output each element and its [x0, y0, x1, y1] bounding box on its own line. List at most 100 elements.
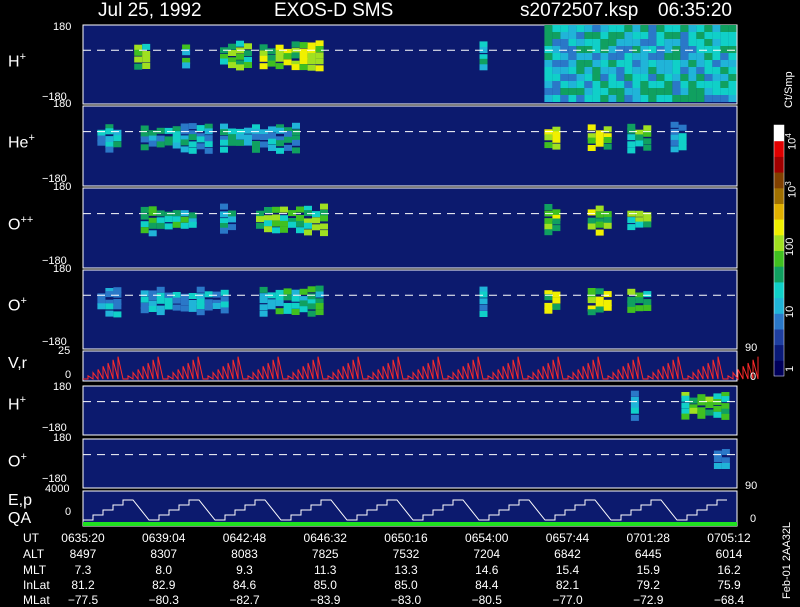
- heatmap-cell: [552, 225, 561, 232]
- heatmap-cell: [180, 293, 189, 300]
- panel-label-ep: E,p: [8, 492, 33, 509]
- heatmap-cell: [196, 125, 205, 132]
- heatmap-cell: [632, 53, 641, 60]
- colorbar-tick-1e4: 104: [784, 133, 799, 150]
- heatmap-cell: [228, 50, 236, 56]
- heatmap-cell: [315, 58, 324, 65]
- heatmap-cell: [688, 46, 697, 53]
- heatmap-cell: [292, 139, 300, 146]
- heatmap-cell: [204, 291, 213, 298]
- table-cell: 7825: [311, 547, 339, 561]
- colorbar-segment: [774, 203, 784, 220]
- heatmap-cell: [291, 41, 300, 48]
- heatmap-cell: [299, 42, 308, 49]
- heatmap-cell: [272, 227, 280, 234]
- heatmap-cell: [256, 216, 264, 223]
- heatmap-cell: [576, 74, 585, 81]
- heatmap-cell: [696, 46, 705, 53]
- heatmap-cell: [568, 46, 577, 53]
- heatmap-cell: [656, 88, 665, 95]
- heatmap-cell: [196, 136, 205, 143]
- heatmap-cell: [632, 67, 641, 74]
- heatmap-cell: [552, 39, 561, 46]
- panel-label-vr: V,r: [8, 355, 27, 372]
- colorbar-segment: [774, 313, 784, 330]
- heatmap-cell: [608, 67, 617, 74]
- footer-id: Feb-01 2AA32L: [781, 521, 793, 599]
- heatmap-cell: [616, 81, 625, 88]
- heatmap-cell: [713, 393, 722, 400]
- heatmap-cell: [688, 60, 697, 67]
- heatmap-cell: [680, 60, 689, 67]
- table-cell: 82.1: [555, 578, 580, 592]
- heatmap-cell: [244, 50, 252, 57]
- heatmap-cell: [236, 40, 244, 47]
- heatmap-cell: [680, 46, 689, 53]
- heatmap-cell: [220, 301, 229, 308]
- table-cell: 8083: [231, 547, 258, 561]
- heatmap-cell: [259, 297, 268, 304]
- panel-frame: [82, 438, 738, 489]
- heatmap-cell: [672, 60, 681, 67]
- heatmap-cell: [268, 145, 276, 151]
- table-cell: 0705:12: [707, 531, 751, 545]
- colorbar-segment: [774, 140, 784, 157]
- heatmap-cell: [595, 140, 604, 147]
- right-tick: 90: [745, 342, 758, 354]
- heatmap-cell: [196, 143, 205, 150]
- heatmap-cell: [595, 306, 604, 313]
- ytick-top: 180: [53, 98, 72, 110]
- heatmap-cell: [712, 39, 721, 46]
- heatmap-cell: [640, 95, 649, 102]
- heatmap-cell: [97, 303, 106, 310]
- heatmap-cell: [696, 32, 705, 39]
- heatmap-cell: [204, 135, 213, 142]
- heatmap-cell: [576, 39, 585, 46]
- heatmap-cell: [688, 32, 697, 39]
- heatmap-cell: [544, 32, 553, 39]
- table-cell: −80.5: [471, 593, 502, 607]
- heatmap-cell: [584, 74, 593, 81]
- heatmap-cell: [544, 25, 553, 32]
- heatmap-cell: [603, 217, 612, 223]
- ytick-top: 180: [53, 21, 72, 33]
- heatmap-cell: [283, 59, 292, 66]
- heatmap-cell: [188, 147, 197, 154]
- heatmap-cell: [712, 46, 721, 53]
- heatmap-cell: [188, 123, 197, 130]
- heatmap-cell: [635, 305, 644, 312]
- heatmap-cell: [220, 227, 228, 234]
- heatmap-cell: [576, 46, 585, 53]
- heatmap-cell: [315, 46, 324, 52]
- heatmap-cell: [560, 39, 569, 46]
- heatmap-cell: [592, 32, 601, 39]
- heatmap-cell: [188, 134, 197, 141]
- heatmap-cell: [648, 25, 657, 32]
- table-cell: 0657:44: [545, 531, 590, 545]
- heatmap-cell: [97, 129, 106, 136]
- heatmap-cell: [704, 88, 713, 95]
- heatmap-cell: [560, 46, 569, 53]
- heatmap-cell: [180, 146, 189, 153]
- colorbar-segment: [774, 172, 784, 189]
- heatmap-cell: [680, 81, 689, 88]
- table-label-mlt: MLT: [23, 563, 47, 577]
- heatmap-cell: [228, 139, 236, 146]
- heatmap-cell: [600, 32, 609, 39]
- heatmap-cell: [648, 39, 657, 46]
- heatmap-cell: [544, 81, 553, 88]
- heatmap-cell: [320, 203, 328, 210]
- heatmap-cell: [268, 138, 276, 145]
- heatmap-cell: [624, 60, 633, 67]
- heatmap-cell: [544, 134, 553, 141]
- heatmap-cell: [105, 136, 114, 143]
- heatmap-cell: [624, 46, 633, 53]
- table-cell: 9.3: [236, 563, 253, 577]
- heatmap-cell: [595, 221, 604, 228]
- heatmap-cell: [220, 296, 229, 303]
- heatmap-cell: [236, 133, 244, 140]
- table-cell: 13.3: [394, 563, 418, 577]
- heatmap-cell: [696, 81, 705, 88]
- heatmap-cell: [291, 64, 300, 71]
- heatmap-cell: [672, 32, 681, 39]
